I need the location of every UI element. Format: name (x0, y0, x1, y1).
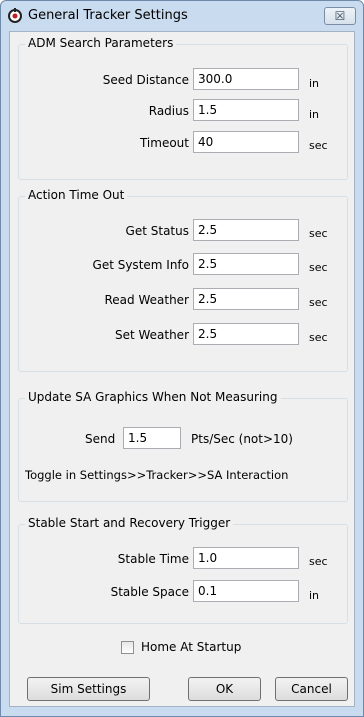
seed-distance-input[interactable]: 300.0 (193, 68, 299, 90)
radius-label: Radius (148, 104, 189, 118)
read-weather-unit: sec (309, 296, 328, 309)
stable-space-unit: in (309, 589, 320, 602)
title-bar[interactable]: General Tracker Settings ☒ (1, 1, 363, 31)
close-button[interactable]: ☒ (324, 7, 356, 25)
radius-input[interactable]: 1.5 (193, 99, 299, 121)
close-icon: ☒ (334, 9, 346, 23)
read-weather-input[interactable]: 2.5 (193, 288, 299, 310)
dialog-client-area: ADM Search Parameters Seed Distance 300.… (9, 31, 355, 707)
radius-unit: in (309, 108, 320, 121)
set-weather-label: Set Weather (114, 328, 189, 342)
read-weather-label: Read Weather (104, 293, 190, 307)
stable-time-unit: sec (309, 555, 328, 568)
ok-button[interactable]: OK (188, 677, 261, 701)
timeout-label: Timeout (139, 136, 189, 150)
get-system-info-input[interactable]: 2.5 (193, 253, 299, 275)
update-sa-graphics-group: Update SA Graphics When Not Measuring Se… (18, 390, 348, 502)
stable-time-label: Stable Time (117, 552, 189, 566)
seed-distance-label: Seed Distance (102, 73, 189, 87)
stable-space-label: Stable Space (110, 585, 189, 599)
window-title: General Tracker Settings (28, 8, 188, 23)
stable-start-recovery-group: Stable Start and Recovery Trigger Stable… (18, 516, 348, 624)
send-label: Send (85, 432, 116, 446)
get-system-info-unit: sec (309, 261, 328, 274)
group-title: Action Time Out (25, 188, 128, 202)
send-rate-input[interactable]: 1.5 (123, 427, 181, 449)
stable-time-input[interactable]: 1.0 (193, 547, 299, 569)
set-weather-input[interactable]: 2.5 (193, 323, 299, 345)
adm-search-parameters-group: ADM Search Parameters Seed Distance 300.… (18, 36, 348, 180)
get-status-label: Get Status (125, 224, 189, 238)
get-status-unit: sec (309, 227, 328, 240)
general-tracker-settings-window: General Tracker Settings ☒ ADM Search Pa… (0, 0, 364, 717)
cancel-button[interactable]: Cancel (275, 677, 348, 701)
group-title: ADM Search Parameters (25, 36, 177, 50)
timeout-unit: sec (309, 139, 328, 152)
get-system-info-label: Get System Info (92, 258, 189, 272)
home-at-startup-checkbox[interactable] (121, 641, 134, 654)
home-at-startup-label[interactable]: Home At Startup (141, 640, 241, 654)
group-title: Update SA Graphics When Not Measuring (25, 390, 281, 404)
toggle-note: Toggle in Settings>>Tracker>>SA Interact… (25, 468, 289, 482)
timeout-input[interactable]: 40 (193, 131, 299, 153)
set-weather-unit: sec (309, 331, 328, 344)
get-status-input[interactable]: 2.5 (193, 219, 299, 241)
send-rate-unit: Pts/Sec (not>10) (191, 432, 293, 446)
sim-settings-button[interactable]: Sim Settings (27, 677, 150, 701)
action-time-out-group: Action Time Out Get Status 2.5 sec Get S… (18, 188, 348, 372)
tracker-app-icon (8, 8, 22, 23)
seed-distance-unit: in (309, 77, 320, 90)
stable-space-input[interactable]: 0.1 (193, 580, 299, 602)
group-title: Stable Start and Recovery Trigger (25, 516, 234, 530)
